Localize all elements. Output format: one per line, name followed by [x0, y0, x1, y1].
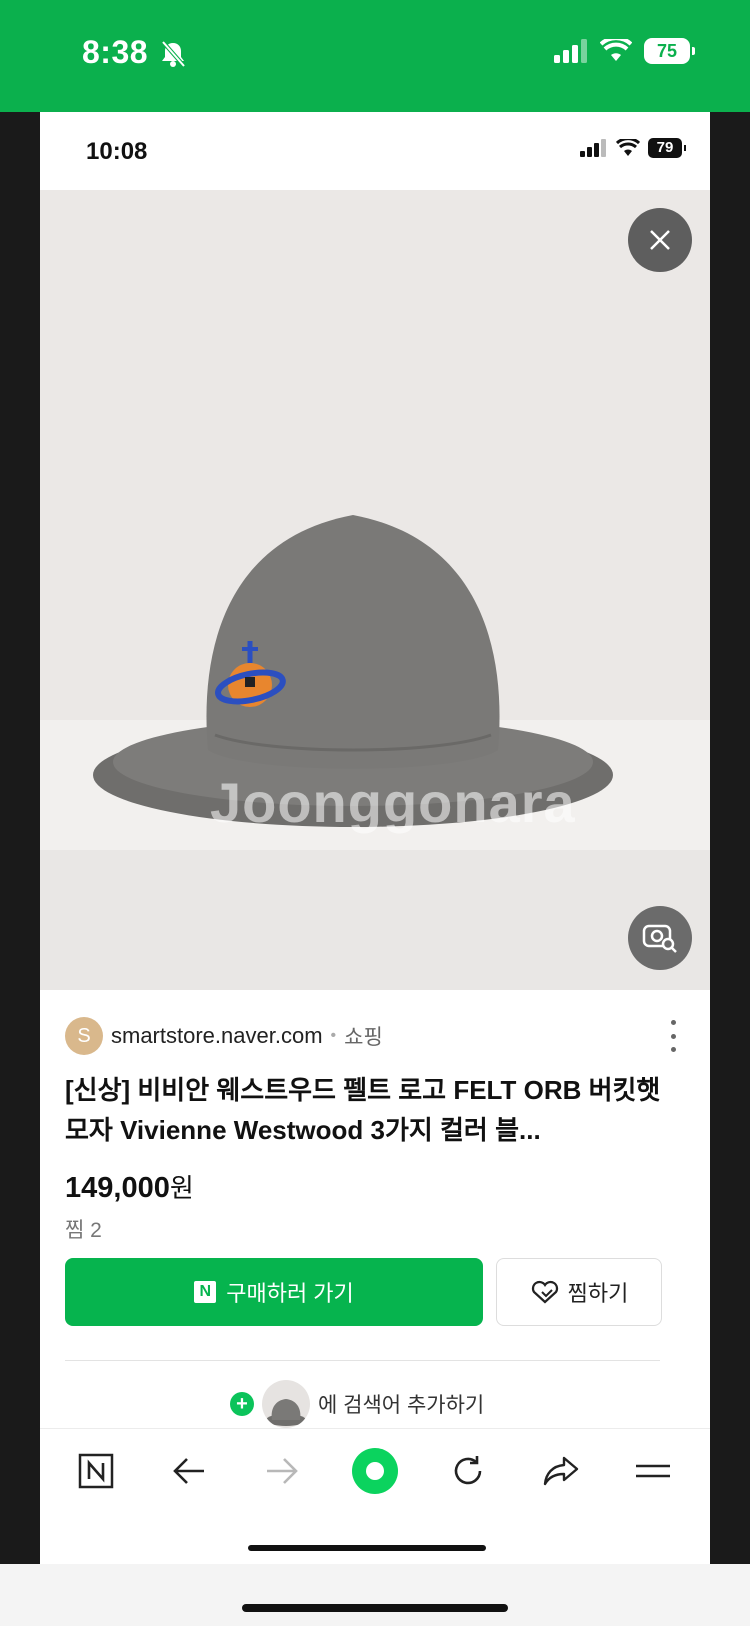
- signal-icon: [554, 39, 587, 63]
- wifi-icon: [616, 139, 640, 156]
- price-amount: 149,000: [65, 1172, 170, 1204]
- product-price: 149,000원: [65, 1168, 194, 1205]
- inner-home-indicator: [248, 1545, 486, 1551]
- watermark-text: Joonggonara: [210, 771, 576, 834]
- close-button[interactable]: [628, 208, 692, 272]
- share-icon: [543, 1456, 578, 1486]
- product-thumbnail: [262, 1380, 310, 1428]
- heart-icon: [531, 1280, 558, 1304]
- share-button[interactable]: [531, 1441, 591, 1501]
- refresh-icon: [454, 1456, 482, 1485]
- outer-home-indicator: [242, 1604, 508, 1612]
- seller-row[interactable]: S smartstore.naver.com • 쇼핑: [65, 1016, 685, 1056]
- inner-battery: 79: [648, 138, 686, 158]
- menu-button[interactable]: [623, 1441, 683, 1501]
- outer-battery: 75: [644, 38, 695, 64]
- inner-clock: 10:08: [86, 138, 148, 165]
- refresh-button[interactable]: [438, 1441, 498, 1501]
- add-search-label: 에 검색어 추가하기: [318, 1394, 485, 1417]
- more-vertical-icon[interactable]: [661, 1020, 685, 1052]
- image-search-button[interactable]: [628, 906, 692, 970]
- seller-name[interactable]: smartstore.naver.com: [111, 1023, 323, 1049]
- hat-photo: [40, 190, 710, 990]
- outer-status-bar: 8:38 75: [0, 0, 750, 112]
- browser-bottom-bar: [40, 1428, 710, 1564]
- green-dot-button[interactable]: [345, 1441, 405, 1501]
- naver-n-icon: [79, 1453, 114, 1489]
- image-search-icon: [642, 924, 677, 953]
- inner-screen: 10:08 79 Joonggonara S smartstore.naver.…: [40, 112, 710, 1564]
- menu-icon: [636, 1464, 671, 1478]
- wifi-icon: [600, 39, 632, 61]
- plus-icon: +: [230, 1392, 254, 1416]
- forward-arrow-icon: [267, 1458, 298, 1484]
- seller-category: 쇼핑: [344, 1026, 383, 1049]
- seller-avatar: S: [65, 1017, 103, 1055]
- wish-button-label: 찜하기: [567, 1281, 629, 1306]
- naver-home-button[interactable]: [66, 1441, 126, 1501]
- product-title[interactable]: [신상] 비비안 웨스트우드 펠트 로고 FELT ORB 버킷햇 모자 Viv…: [65, 1070, 685, 1151]
- back-button[interactable]: [159, 1441, 219, 1501]
- divider: [65, 1360, 660, 1361]
- naver-pay-logo: N: [194, 1281, 217, 1303]
- outer-status-icons: 75: [554, 38, 695, 64]
- signal-icon: [580, 139, 606, 157]
- green-dot-icon: [351, 1448, 398, 1494]
- outer-clock: 8:38: [82, 34, 149, 70]
- likes-count: 찜 2: [65, 1219, 102, 1242]
- buy-button[interactable]: N 구매하러 가기: [65, 1258, 483, 1326]
- wish-button[interactable]: 찜하기: [496, 1258, 662, 1326]
- outer-bottom-area: [0, 1564, 750, 1626]
- inner-status-icons: 79: [580, 138, 686, 158]
- add-search-keyword[interactable]: + 에 검색어 추가하기: [230, 1380, 484, 1428]
- buy-button-label: 구매하러 가기: [226, 1281, 354, 1306]
- price-currency: 원: [169, 1173, 194, 1203]
- bell-off-icon: [160, 40, 186, 73]
- browser-nav-row: [40, 1441, 710, 1501]
- forward-button[interactable]: [252, 1441, 312, 1501]
- product-image: Joonggonara: [40, 190, 710, 990]
- back-arrow-icon: [173, 1458, 205, 1484]
- left-bezel: [0, 112, 40, 1564]
- close-icon: [650, 230, 670, 250]
- right-bezel: [710, 112, 750, 1564]
- inner-status-bar: 10:08 79: [40, 112, 710, 190]
- separator-dot: •: [330, 1027, 337, 1044]
